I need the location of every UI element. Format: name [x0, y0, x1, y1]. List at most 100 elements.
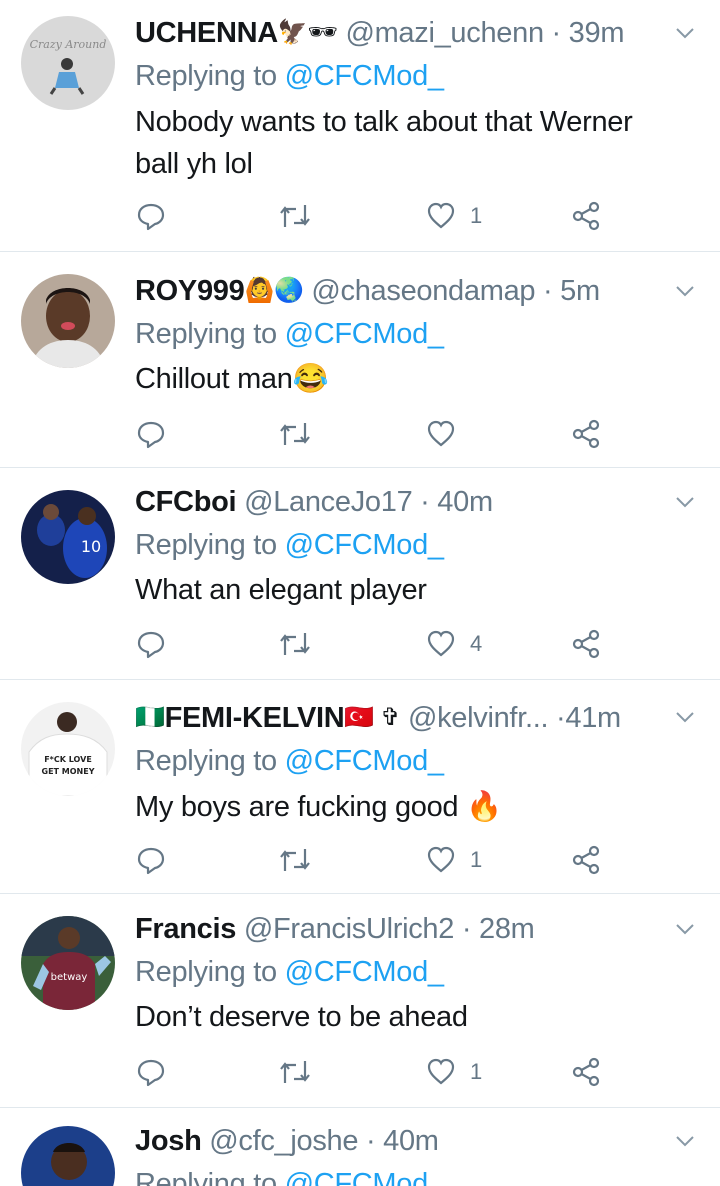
separator: ·: [365, 1125, 376, 1157]
avatar[interactable]: betway: [21, 916, 115, 1010]
replying-prefix: Replying to: [135, 529, 277, 561]
timestamp[interactable]: 39m: [569, 17, 625, 49]
like-button[interactable]: 1: [426, 1054, 482, 1090]
reply-button[interactable]: [136, 626, 166, 662]
separator: ·: [543, 275, 553, 307]
replying-to: Replying to @CFCMod_: [135, 952, 444, 992]
chevron-down-icon[interactable]: [674, 1130, 696, 1152]
avatar[interactable]: [21, 1126, 115, 1186]
retweet-button[interactable]: [278, 842, 312, 878]
share-button[interactable]: [571, 1054, 601, 1090]
username[interactable]: @FrancisUlrich2: [244, 913, 455, 945]
tweet[interactable]: 10 CFCboi @LanceJo17 · 40m Replying to @…: [0, 468, 720, 680]
like-count: 4: [470, 631, 483, 656]
retweet-button[interactable]: [278, 416, 312, 452]
reply-button[interactable]: [136, 842, 166, 878]
like-button[interactable]: 1: [426, 198, 482, 234]
tweet-text-line: Don’t deserve to be ahead: [135, 1001, 468, 1033]
reply-button[interactable]: [136, 416, 166, 452]
reply-button[interactable]: [136, 1054, 166, 1090]
display-name[interactable]: UCHENNA: [135, 17, 278, 49]
display-name[interactable]: Francis: [135, 913, 236, 945]
tweet[interactable]: betway Francis @FrancisUlrich2 · 28m Rep…: [0, 894, 720, 1108]
share-button[interactable]: [571, 198, 601, 234]
timestamp[interactable]: 40m: [383, 1125, 439, 1157]
avatar[interactable]: [21, 274, 115, 368]
retweet-button[interactable]: [278, 626, 312, 662]
like-button[interactable]: 4: [426, 626, 482, 662]
mention-link[interactable]: @CFCMod_: [285, 1168, 444, 1186]
chevron-down-icon[interactable]: [674, 706, 696, 728]
mention-link[interactable]: @CFCMod_: [285, 529, 444, 561]
retweet-button[interactable]: [278, 1054, 312, 1090]
display-name[interactable]: ROY999: [135, 275, 245, 307]
share-button[interactable]: [571, 626, 601, 662]
action-bar: 1: [0, 842, 720, 878]
separator: ·: [551, 17, 562, 49]
tweet[interactable]: F*CK LOVE GET MONEY 🇳🇬FEMI-KELVIN🇹🇷 ✞ @k…: [0, 680, 720, 894]
avatar[interactable]: Crazy Around: [21, 16, 115, 110]
heart-icon: [427, 1058, 455, 1085]
share-button[interactable]: [571, 416, 601, 452]
tweet-header: Josh @cfc_joshe · 40m: [135, 1121, 670, 1161]
username[interactable]: @kelvinfr...: [408, 702, 549, 734]
replying-prefix: Replying to: [135, 745, 277, 777]
reply-button[interactable]: [136, 198, 166, 234]
tweet-header: Francis @FrancisUlrich2 · 28m: [135, 909, 670, 949]
avatar-shirt-text: GET MONEY: [42, 767, 95, 776]
name-emoji: 🦅🕶: [277, 19, 338, 46]
timestamp[interactable]: 28m: [479, 913, 535, 945]
action-bar: [0, 416, 720, 452]
like-count: 1: [470, 203, 483, 228]
like-count: 1: [470, 1059, 483, 1084]
chevron-down-icon[interactable]: [674, 22, 696, 44]
username[interactable]: @cfc_joshe: [209, 1125, 358, 1157]
tweet-text-line: ball yh lol: [135, 148, 253, 180]
like-button[interactable]: [426, 416, 470, 452]
username[interactable]: @LanceJo17: [244, 486, 413, 518]
display-name[interactable]: CFCboi: [135, 486, 237, 518]
timestamp[interactable]: 40m: [437, 486, 493, 518]
tweet[interactable]: ROY999🙆🌏 @chaseondamap · 5m Replying to …: [0, 252, 720, 468]
timestamp[interactable]: 5m: [560, 275, 600, 307]
display-name[interactable]: Josh: [135, 1125, 202, 1157]
mention-link[interactable]: @CFCMod_: [285, 745, 444, 777]
mention-link[interactable]: @CFCMod_: [285, 956, 444, 988]
share-button[interactable]: [571, 842, 601, 878]
username[interactable]: @mazi_uchenn: [345, 17, 544, 49]
avatar-number: 10: [81, 537, 101, 556]
action-bar: 1: [0, 198, 720, 234]
replying-prefix: Replying to: [135, 318, 277, 350]
mention-link[interactable]: @CFCMod_: [285, 318, 444, 350]
username[interactable]: @chaseondamap: [311, 275, 535, 307]
separator: ·: [556, 702, 566, 734]
action-bar: 1: [0, 1054, 720, 1090]
chevron-down-icon[interactable]: [674, 280, 696, 302]
tweet-text: Don’t deserve to be ahead: [135, 996, 695, 1038]
share-icon: [572, 419, 600, 449]
replying-prefix: Replying to: [135, 1168, 277, 1186]
tweet[interactable]: Crazy Around UCHENNA🦅🕶 @mazi_uchenn · 39…: [0, 0, 720, 252]
share-icon: [572, 629, 600, 659]
tweet-text-line: Chillout man😂: [135, 363, 329, 395]
tweet-text: Nobody wants to talk about that Werner b…: [135, 101, 695, 185]
tweet-text: Chillout man😂: [135, 358, 695, 400]
timestamp[interactable]: 41m: [565, 702, 621, 734]
tweet[interactable]: Josh @cfc_joshe · 40m Replying to @CFCMo…: [0, 1108, 720, 1186]
chevron-down-icon[interactable]: [674, 491, 696, 513]
retweet-button[interactable]: [278, 198, 312, 234]
tweet-header: CFCboi @LanceJo17 · 40m: [135, 482, 670, 522]
tweet-text-line: Nobody wants to talk about that Werner: [135, 106, 633, 138]
replying-prefix: Replying to: [135, 956, 277, 988]
tweet-text: What an elegant player: [135, 569, 695, 611]
mention-link[interactable]: @CFCMod_: [285, 60, 444, 92]
separator: ·: [461, 913, 472, 945]
heart-icon: [427, 846, 455, 873]
like-button[interactable]: 1: [426, 842, 482, 878]
display-name[interactable]: FEMI-KELVIN: [165, 702, 345, 734]
avatar[interactable]: F*CK LOVE GET MONEY: [21, 702, 115, 796]
heart-icon: [427, 202, 455, 229]
share-icon: [572, 1057, 600, 1087]
chevron-down-icon[interactable]: [674, 918, 696, 940]
avatar[interactable]: 10: [21, 490, 115, 584]
